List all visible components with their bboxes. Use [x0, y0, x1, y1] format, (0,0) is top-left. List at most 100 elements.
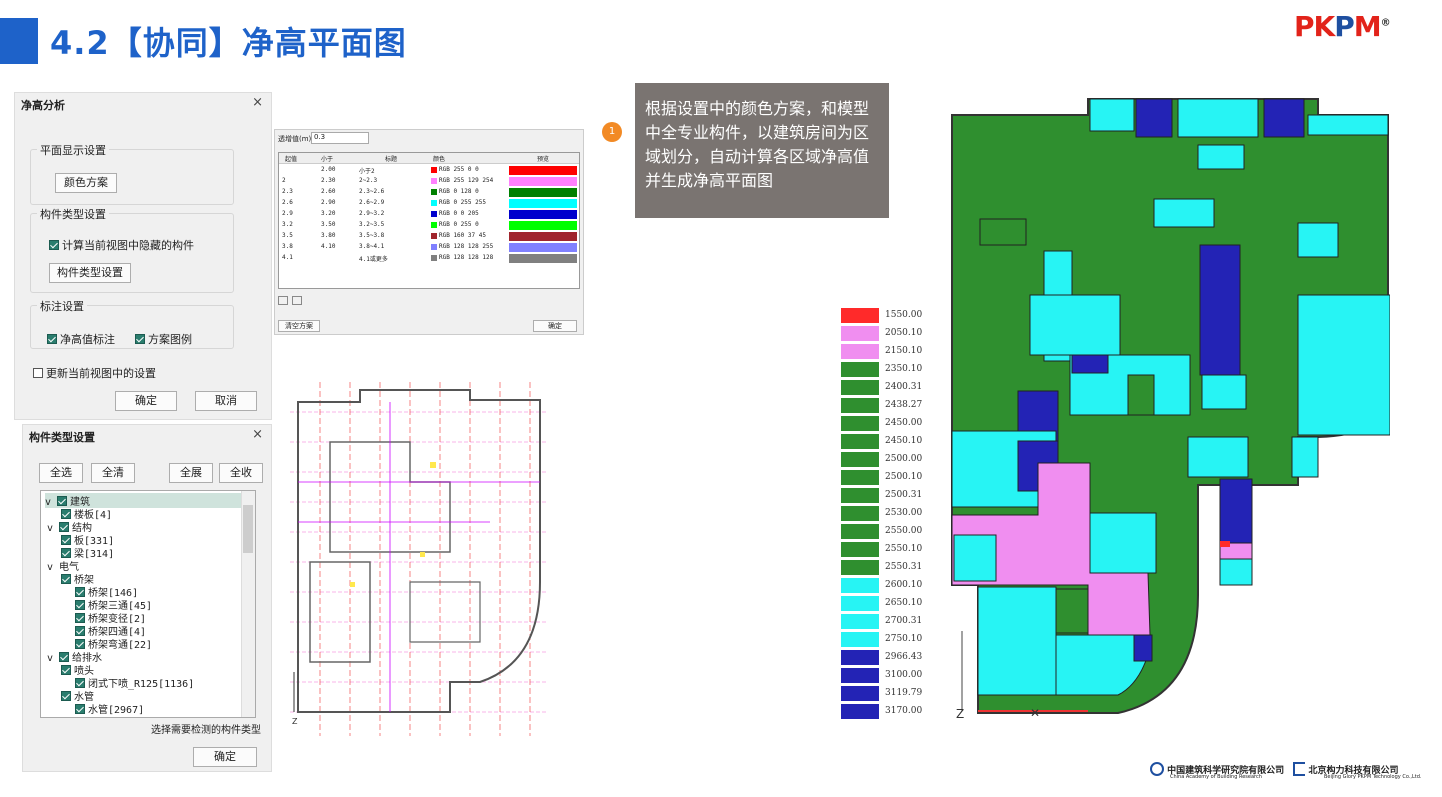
threshold-input[interactable]: 0.3 — [311, 132, 369, 144]
legend-swatch — [841, 506, 879, 521]
checkbox-icon[interactable] — [75, 600, 85, 610]
expander-icon[interactable]: v — [45, 497, 57, 508]
color-preview-swatch — [509, 177, 577, 186]
checkbox-icon[interactable] — [57, 496, 68, 506]
checkbox-icon[interactable] — [59, 652, 70, 662]
clear-all-button[interactable]: 全清 — [91, 463, 135, 483]
expander-icon[interactable]: v — [47, 562, 59, 573]
checkbox-icon[interactable] — [75, 613, 85, 623]
checkbox-icon[interactable] — [61, 574, 71, 584]
component-tree[interactable]: v 建筑 楼板[4] v 结构 板[331] 梁[314] v 电气 桥架 桥架[146] 桥架… — [40, 490, 256, 718]
table-row[interactable]: 2.00 小于2 RGB 255 0 0 — [279, 165, 579, 176]
checkbox-icon[interactable] — [75, 704, 85, 714]
checkbox-icon[interactable] — [59, 522, 70, 532]
legend-label: 2600.10 — [885, 580, 923, 590]
table-header: 起值 小于 标题 颜色 预览 — [279, 153, 579, 164]
color-chip — [431, 211, 437, 217]
legend-swatch — [841, 488, 879, 503]
description-callout: 根据设置中的颜色方案，和模型中全专业构件，以建筑房间为区域划分，自动计算各区域净… — [635, 83, 889, 218]
color-preview-swatch — [509, 221, 577, 230]
table-row[interactable]: 2.9 3.20 2.9~3.2 RGB 0 0 205 — [279, 209, 579, 220]
table-row[interactable]: 3.2 3.50 3.2~3.5 RGB 0 255 0 — [279, 220, 579, 231]
legend-label: 2350.10 — [885, 364, 923, 374]
scroll-thumb[interactable] — [243, 505, 253, 553]
table-row[interactable]: 2.3 2.60 2.3~2.6 RGB 0 128 0 — [279, 187, 579, 198]
clear-height-plan: Z ✕ — [951, 98, 1390, 720]
ok-button[interactable]: 确定 — [533, 320, 577, 332]
clear-height-label-checkbox[interactable]: 净高值标注 — [47, 331, 115, 347]
title-accent-bar — [0, 18, 38, 64]
copy-icon[interactable] — [292, 296, 302, 305]
checkbox-icon[interactable] — [75, 587, 85, 597]
footer-orgs: 中国建筑科学研究院有限公司 北京构力科技有限公司 China Academy o… — [1150, 762, 1422, 780]
legend-swatch — [841, 704, 879, 719]
legend-label: 2750.10 — [885, 634, 923, 644]
select-all-button[interactable]: 全选 — [39, 463, 83, 483]
legend-label: 2450.10 — [885, 436, 923, 446]
color-chip — [431, 255, 437, 261]
checkbox-icon[interactable] — [75, 626, 85, 636]
table-row[interactable]: 3.8 4.10 3.8~4.1 RGB 128 128 255 — [279, 242, 579, 253]
color-chip — [431, 233, 437, 239]
hidden-components-checkbox[interactable]: 计算当前视图中隐藏的构件 — [49, 237, 194, 253]
cancel-button[interactable]: 取消 — [195, 391, 257, 411]
legend-label: 3100.00 — [885, 670, 923, 680]
legend-label: 1550.00 — [885, 310, 923, 320]
legend-swatch — [841, 578, 879, 593]
legend-label: 2550.10 — [885, 544, 923, 554]
scheme-legend-checkbox[interactable]: 方案图例 — [135, 331, 192, 347]
glory-logo-icon — [1293, 762, 1306, 776]
legend-label: 2400.31 — [885, 382, 923, 392]
legend-swatch — [841, 452, 879, 467]
pkpm-logo: PKPM® — [1294, 10, 1391, 43]
checkbox-icon[interactable] — [61, 535, 71, 545]
svg-text:✕: ✕ — [1030, 706, 1040, 720]
ok-button[interactable]: 确定 — [115, 391, 177, 411]
checkbox-icon[interactable] — [75, 678, 85, 688]
color-scheme-button[interactable]: 颜色方案 — [55, 173, 117, 193]
table-row[interactable]: 3.5 3.80 3.5~3.8 RGB 160 37 45 — [279, 231, 579, 242]
legend-swatch — [841, 398, 879, 413]
color-chip — [431, 167, 437, 173]
table-row[interactable]: 2.6 2.90 2.6~2.9 RGB 0 255 255 — [279, 198, 579, 209]
color-chip — [431, 189, 437, 195]
expand-all-button[interactable]: 全展 — [169, 463, 213, 483]
table-row[interactable]: 2 2.30 2~2.3 RGB 255 129 254 — [279, 176, 579, 187]
checkbox-icon[interactable] — [61, 548, 71, 558]
collapse-all-button[interactable]: 全收 — [219, 463, 263, 483]
legend-swatch — [841, 326, 879, 341]
legend-label: 2500.00 — [885, 454, 923, 464]
color-chip — [431, 244, 437, 250]
color-scheme-table[interactable]: 起值 小于 标题 颜色 预览 2.00 小于2 RGB 255 0 0 2 2.30 2~… — [278, 152, 580, 289]
ok-button[interactable]: 确定 — [193, 747, 257, 767]
expander-icon[interactable]: v — [47, 653, 59, 664]
tree-item[interactable]: 水管[2967] — [75, 701, 144, 716]
edit-icon[interactable] — [278, 296, 288, 305]
legend-swatch — [841, 344, 879, 359]
clear-height-analysis-dialog: 净高分析 × 平面显示设置 颜色方案 构件类型设置 计算当前视图中隐藏的构件 构… — [14, 92, 272, 420]
color-scheme-panel: 透增值(m) 0.3 起值 小于 标题 颜色 预览 2.00 小于2 RGB 255… — [274, 129, 584, 335]
clear-scheme-button[interactable]: 清空方案 — [278, 320, 320, 332]
legend-swatch — [841, 470, 879, 485]
checkbox-icon[interactable] — [61, 691, 71, 701]
legend-swatch — [841, 686, 879, 701]
legend-label: 2966.43 — [885, 652, 923, 662]
checkbox-icon[interactable] — [61, 509, 71, 519]
legend-swatch — [841, 596, 879, 611]
color-chip — [431, 178, 437, 184]
component-type-button[interactable]: 构件类型设置 — [49, 263, 131, 283]
checkbox-icon[interactable] — [61, 665, 71, 675]
callout-number-badge: 1 — [602, 122, 622, 142]
table-row[interactable]: 4.1 4.1或更多 RGB 128 128 128 — [279, 253, 579, 264]
color-preview-swatch — [509, 188, 577, 197]
color-preview-swatch — [509, 243, 577, 252]
legend-label: 2700.31 — [885, 616, 923, 626]
color-preview-swatch — [509, 166, 577, 175]
close-icon[interactable]: × — [252, 427, 263, 442]
legend-label: 2450.00 — [885, 418, 923, 428]
update-view-checkbox[interactable]: 更新当前视图中的设置 — [33, 365, 156, 381]
expander-icon[interactable]: v — [47, 523, 59, 534]
legend-label: 2050.10 — [885, 328, 923, 338]
close-icon[interactable]: × — [252, 95, 263, 110]
checkbox-icon[interactable] — [75, 639, 85, 649]
